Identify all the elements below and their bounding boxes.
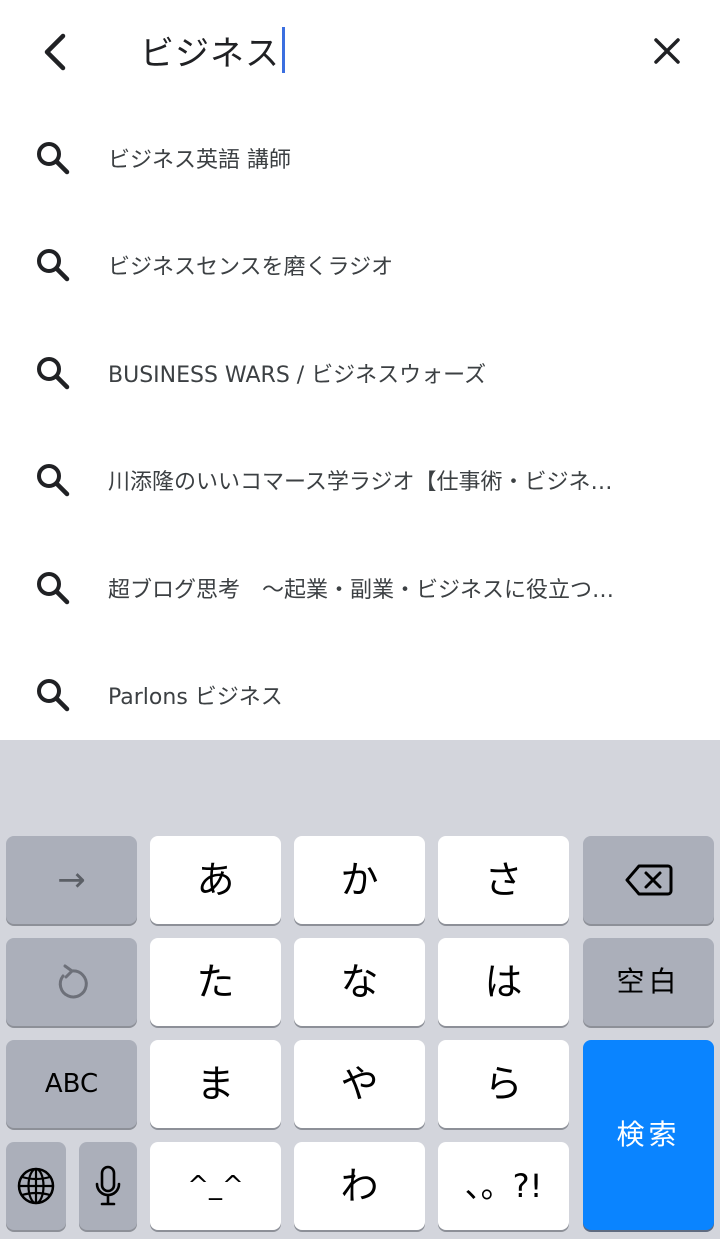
key-a[interactable]: あ xyxy=(150,836,281,924)
search-query-text: ビジネス xyxy=(140,33,280,74)
suggestion-item[interactable]: Parlons ビジネス xyxy=(0,642,720,750)
key-ma-label: ま xyxy=(196,1062,235,1106)
dictation-key[interactable] xyxy=(79,1142,137,1230)
search-icon xyxy=(37,571,70,604)
search-bar: ビジネス xyxy=(0,0,720,104)
search-key-label: 検索 xyxy=(616,1118,681,1151)
kaomoji-key-label: ^_^ xyxy=(187,1171,244,1201)
close-icon xyxy=(654,38,680,64)
undo-icon xyxy=(58,964,88,999)
undo-key[interactable] xyxy=(6,938,137,1026)
search-icon xyxy=(37,141,70,174)
punctuation-key[interactable]: 、。?! xyxy=(438,1142,569,1230)
text-caret xyxy=(282,27,285,73)
suggestion-item[interactable]: 川添隆のいいコマース学ラジオ【仕事術・ビジネ… xyxy=(0,427,720,535)
key-ya-label: や xyxy=(340,1062,379,1106)
japanese-kana-keyboard: → あ か さ た な は 空白 ABC ま や ら 検索 ^_^ わ 、。?! xyxy=(0,740,720,1239)
key-na-label: な xyxy=(340,960,379,1004)
backspace-key[interactable] xyxy=(583,836,714,924)
arrow-right-label: → xyxy=(57,860,86,900)
key-ma[interactable]: ま xyxy=(150,1040,281,1128)
suggestion-label: 超ブログ思考 〜起業・副業・ビジネスに役立つ… xyxy=(108,577,615,603)
suggestion-label: 川添隆のいいコマース学ラジオ【仕事術・ビジネ… xyxy=(108,470,613,496)
key-na[interactable]: な xyxy=(294,938,425,1026)
chevron-left-icon xyxy=(44,33,66,71)
suggestion-label: BUSINESS WARS / ビジネスウォーズ xyxy=(108,362,487,388)
punctuation-key-label: 、。?! xyxy=(464,1167,543,1205)
suggestion-list: ビジネス英語 講師 ビジネスセンスを磨くラジオ BUSINESS WARS / … xyxy=(0,104,720,749)
key-a-label: あ xyxy=(196,858,235,902)
next-candidate-key[interactable]: → xyxy=(6,836,137,924)
suggestion-label: ビジネスセンスを磨くラジオ xyxy=(108,255,394,281)
search-input[interactable]: ビジネス xyxy=(140,22,285,78)
suggestion-item[interactable]: ビジネス英語 講師 xyxy=(0,104,720,212)
key-ya[interactable]: や xyxy=(294,1040,425,1128)
kaomoji-key[interactable]: ^_^ xyxy=(150,1142,281,1230)
back-button[interactable] xyxy=(28,24,80,80)
app-screen: ビジネス ビジネス英語 講師 ビジネスセンスを磨くラジオ BUSINESS WA… xyxy=(0,0,720,1239)
abc-key-label: ABC xyxy=(44,1069,99,1099)
search-icon xyxy=(37,464,70,497)
key-ra[interactable]: ら xyxy=(438,1040,569,1128)
key-sa-label: さ xyxy=(484,858,523,902)
space-key[interactable]: 空白 xyxy=(583,938,714,1026)
key-ha[interactable]: は xyxy=(438,938,569,1026)
key-wa-label: わ xyxy=(340,1164,379,1208)
suggestion-item[interactable]: ビジネスセンスを磨くラジオ xyxy=(0,212,720,320)
key-ra-label: ら xyxy=(484,1062,523,1106)
key-ta-label: た xyxy=(196,960,235,1004)
key-ka-label: か xyxy=(340,858,379,902)
key-ha-label: は xyxy=(484,960,523,1004)
search-icon xyxy=(37,249,70,282)
suggestion-label: ビジネス英語 講師 xyxy=(108,147,291,173)
backspace-icon xyxy=(625,864,672,896)
search-key[interactable]: 検索 xyxy=(583,1040,714,1230)
search-icon xyxy=(37,356,70,389)
globe-icon xyxy=(17,1167,55,1205)
abc-key[interactable]: ABC xyxy=(6,1040,137,1128)
key-sa[interactable]: さ xyxy=(438,836,569,924)
microphone-icon xyxy=(95,1165,121,1206)
key-ka[interactable]: か xyxy=(294,836,425,924)
key-wa[interactable]: わ xyxy=(294,1142,425,1230)
suggestion-label: Parlons ビジネス xyxy=(108,685,283,711)
globe-key[interactable] xyxy=(6,1142,66,1230)
clear-button[interactable] xyxy=(640,24,694,78)
key-ta[interactable]: た xyxy=(150,938,281,1026)
search-icon xyxy=(37,679,70,712)
suggestion-item[interactable]: BUSINESS WARS / ビジネスウォーズ xyxy=(0,319,720,427)
suggestion-item[interactable]: 超ブログ思考 〜起業・副業・ビジネスに役立つ… xyxy=(0,534,720,642)
space-key-label: 空白 xyxy=(616,965,681,998)
